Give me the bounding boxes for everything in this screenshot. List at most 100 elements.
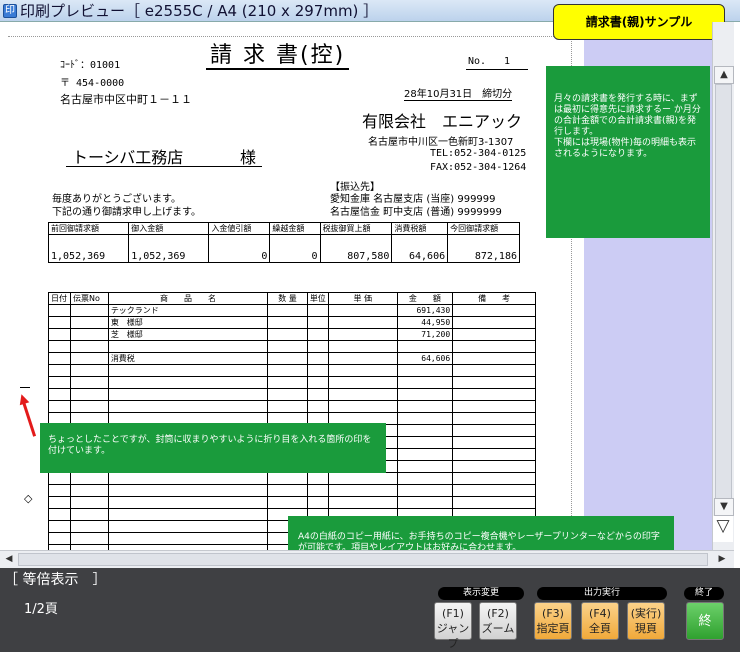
summary-value-row: 1,052,369 1,052,369 0 0 807,580 64,606 8… — [47, 234, 520, 263]
summary-header-row: 前回御請求額 御入金額 入金値引額 繰越金額 税抜御買上額 消費税額 今回御請求… — [47, 222, 520, 235]
summary-table: 前回御請求額 御入金額 入金値引額 繰越金額 税抜御買上額 消費税額 今回御請求… — [47, 222, 520, 263]
closing-date: 28年10月31日 締切分 — [404, 85, 513, 101]
detail-row — [48, 496, 536, 509]
page-down-button[interactable]: ▽ — [713, 516, 733, 542]
window-title: 印刷プレビュー［ e2555C / A4 (210 x 297mm) ］ — [20, 2, 379, 20]
summary-value: 64,606 — [391, 234, 449, 263]
company-tel: TEL:052-304-0125 — [430, 148, 527, 159]
detail-header: 金 額 — [396, 292, 454, 305]
scroll-up-button[interactable]: ▲ — [714, 66, 734, 84]
summary-value: 1,052,369 — [47, 234, 130, 263]
customer-address: 名古屋市中区中町１－１１ — [60, 93, 192, 106]
detail-amount: 64,606 — [396, 352, 454, 365]
detail-row — [48, 484, 536, 497]
note-right: 月々の請求書を発行する時に、まずは最初に得意先に請求するー か月分の合計金額での… — [546, 66, 710, 238]
customer-honorific: 様 — [240, 148, 257, 167]
horizontal-scrollbar[interactable]: ◀ ▶ — [0, 550, 734, 568]
sample-badge: 請求書(親)サンプル — [553, 4, 725, 40]
detail-header: 伝票No — [69, 292, 109, 305]
detail-row — [48, 388, 536, 401]
note-fold: ちょっとしたことですが、封筒に収まりやすいように折り目を入れる箇所の印を付けてい… — [40, 423, 386, 473]
detail-header: 備 考 — [452, 292, 536, 305]
invoice-no-underline — [466, 69, 528, 70]
detail-header: 単 価 — [327, 292, 398, 305]
horizontal-scroll-thumb[interactable] — [18, 553, 708, 566]
detail-item-name: 芝 様邸 — [107, 328, 269, 341]
detail-amount — [396, 340, 454, 353]
detail-item-name: 消費税 — [107, 352, 269, 365]
summary-value: 0 — [208, 234, 271, 263]
summary-header: 税抜御買上額 — [319, 222, 393, 235]
detail-row: 消費税 64,606 — [48, 352, 536, 365]
fkey-label: 終 — [698, 614, 712, 629]
scroll-down-button[interactable]: ▼ — [714, 498, 734, 516]
customer-code: ｺｰﾄﾞ：01001 — [60, 60, 121, 71]
customer-name: トーシバ工務店 — [72, 148, 184, 167]
scroll-up-icon: ▲ — [720, 69, 728, 80]
detail-header: 商 品 名 — [107, 292, 269, 305]
detail-row — [48, 472, 536, 485]
zoom-mode: ［ 等倍表示 ］ — [4, 572, 107, 588]
fkey-code: (F4) — [589, 607, 611, 620]
group-display-label: 表示変更 — [438, 587, 524, 600]
group-output-label: 出力実行 — [537, 587, 667, 600]
greeting-line-2: 下記の通り御請求申し上げます。 — [52, 207, 201, 218]
f3-page-select-button[interactable]: (F3) 指定頁 — [534, 602, 572, 640]
detail-row: テックランド 691,430 — [48, 304, 536, 317]
summary-value: 1,052,369 — [128, 234, 210, 263]
f4-all-pages-button[interactable]: (F4) 全頁 — [581, 602, 619, 640]
scroll-down-icon: ▼ — [720, 501, 728, 512]
detail-item-name: 東 様邸 — [107, 316, 269, 329]
execute-current-page-button[interactable]: (実行) 現頁 — [627, 602, 665, 640]
detail-row: 東 様邸 44,950 — [48, 316, 536, 329]
f1-jump-button[interactable]: (F1) ジャンプ — [434, 602, 472, 650]
scroll-right-button[interactable]: ▶ — [714, 552, 730, 567]
detail-header-row: 日付 伝票No 商 品 名 数 量 単位 単 価 金 額 備 考 — [48, 292, 536, 305]
company-address: 名古屋市中川区一色新町3-1307 — [368, 137, 514, 148]
customer-postal: 〒 454-0000 — [60, 78, 125, 89]
app-icon: 印 — [3, 3, 17, 18]
invoice-title: 請 求 書(控) — [206, 44, 350, 70]
bank-line-2: 名古屋信金 町中支店 (普通) 9999999 — [330, 207, 502, 218]
summary-value: 0 — [269, 234, 321, 263]
summary-header: 繰越金額 — [269, 222, 321, 235]
summary-header: 消費税額 — [391, 222, 449, 235]
scroll-right-icon: ▶ — [718, 554, 726, 564]
fkey-code: (F3) — [542, 607, 564, 620]
scroll-left-button[interactable]: ◀ — [1, 552, 17, 567]
customer-underline — [66, 166, 262, 167]
summary-value: 872,186 — [447, 234, 520, 263]
summary-header: 御入金額 — [128, 222, 210, 235]
end-button[interactable]: 終 — [686, 602, 724, 640]
detail-amount: 691,430 — [396, 304, 454, 317]
summary-header: 入金値引額 — [208, 222, 271, 235]
fkey-code: (F1) — [442, 607, 464, 620]
detail-header: 単位 — [306, 292, 329, 305]
punch-mark-symbol: ◇ — [24, 492, 33, 505]
invoice-no-value: 1 — [504, 56, 511, 67]
vertical-scroll-thumb[interactable] — [715, 84, 732, 504]
fold-mark-line — [20, 387, 30, 388]
triangle-down-icon: ▽ — [716, 516, 730, 536]
detail-row — [48, 364, 536, 377]
summary-header: 前回御請求額 — [47, 222, 130, 235]
f2-zoom-button[interactable]: (F2) ズーム — [479, 602, 517, 640]
fkey-label: ジャンプ — [436, 622, 470, 650]
fkey-label: 指定頁 — [536, 622, 570, 635]
detail-amount: 71,200 — [396, 328, 454, 341]
invoice-no-label: No. — [468, 56, 487, 67]
fkey-code: (F2) — [487, 607, 509, 620]
detail-row — [48, 376, 536, 389]
group-end-label: 終了 — [684, 587, 724, 600]
scroll-left-icon: ◀ — [5, 554, 13, 564]
detail-header: 日付 — [48, 292, 71, 305]
company-fax: FAX:052-304-1264 — [430, 162, 527, 173]
detail-amount: 44,950 — [396, 316, 454, 329]
detail-row — [48, 340, 536, 353]
detail-row — [48, 400, 536, 413]
vertical-scrollbar[interactable]: ▲ ▼ — [712, 22, 734, 550]
detail-row: 芝 様邸 71,200 — [48, 328, 536, 341]
detail-item-name — [107, 340, 269, 353]
fkey-label: ズーム — [481, 622, 515, 635]
fkey-code: (実行) — [630, 607, 662, 620]
